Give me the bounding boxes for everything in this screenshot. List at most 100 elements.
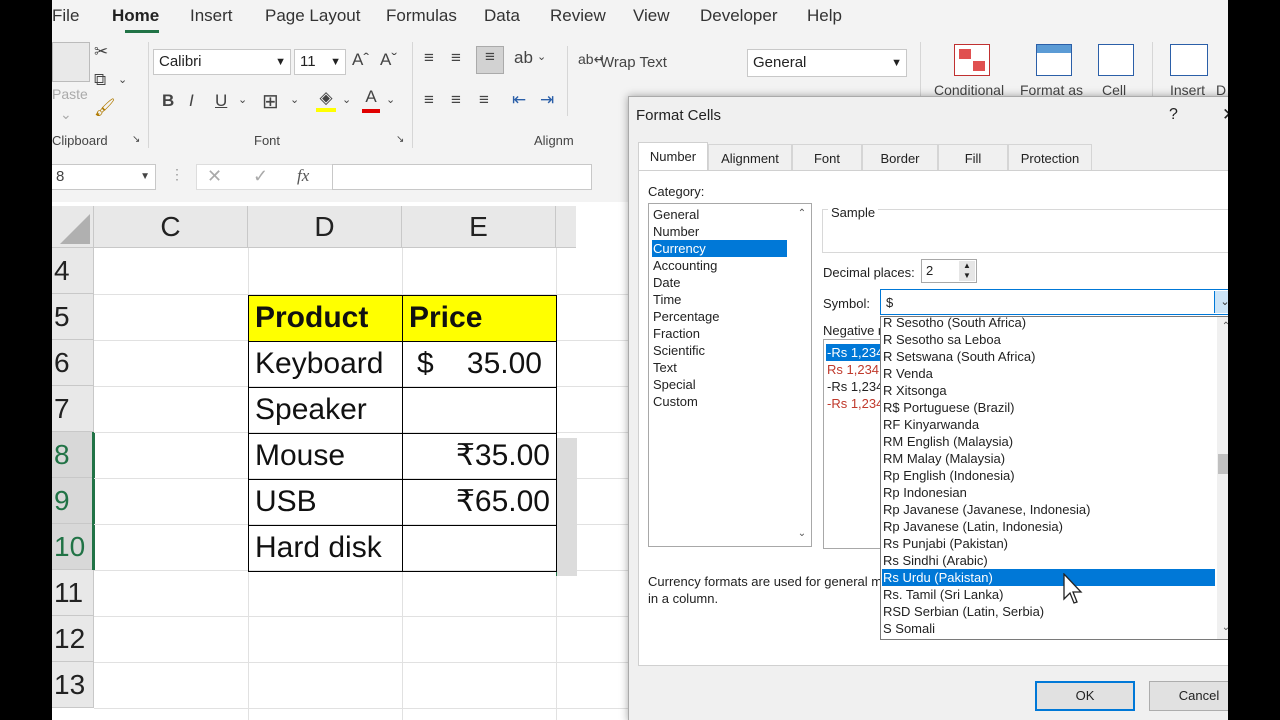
- format-painter-icon[interactable]: 🖌: [94, 98, 116, 118]
- symbol-option[interactable]: RM Malay (Malaysia): [882, 450, 1005, 467]
- orientation-icon[interactable]: ab: [514, 48, 533, 68]
- menu-item-home[interactable]: Home: [112, 6, 159, 26]
- column-header-f[interactable]: [556, 206, 576, 248]
- scroll-up-icon[interactable]: ⌃: [794, 206, 810, 222]
- price-cell-hard-disk[interactable]: [402, 525, 557, 572]
- copy-icon[interactable]: ⧉: [94, 70, 106, 90]
- decimal-places-input[interactable]: 2 ▲ ▼: [921, 259, 977, 283]
- copy-dropdown-icon[interactable]: ⌄: [118, 73, 127, 86]
- scroll-down-icon[interactable]: ⌄: [1218, 620, 1228, 636]
- symbol-option[interactable]: R Setswana (South Africa): [882, 348, 1035, 365]
- align-right-icon[interactable]: ≡: [479, 90, 489, 110]
- underline-button[interactable]: U: [215, 91, 227, 111]
- cancel-button[interactable]: Cancel: [1149, 681, 1228, 711]
- symbol-option[interactable]: Rs Punjabi (Pakistan): [882, 535, 1008, 552]
- category-item-scientific[interactable]: Scientific: [652, 342, 705, 359]
- menu-item-review[interactable]: Review: [550, 6, 606, 26]
- formula-input[interactable]: [332, 164, 592, 190]
- number-format-box[interactable]: General ▼: [747, 49, 907, 77]
- paste-dropdown-icon[interactable]: ⌄: [60, 106, 72, 123]
- clipboard-launcher-icon[interactable]: ↘: [132, 134, 140, 145]
- category-item-time[interactable]: Time: [652, 291, 681, 308]
- row-header-5[interactable]: 5: [52, 294, 94, 340]
- format-as-table-icon[interactable]: [1036, 44, 1072, 76]
- price-cell-speaker[interactable]: [402, 387, 557, 434]
- row-header-7[interactable]: 7: [52, 386, 94, 432]
- help-button[interactable]: ?: [1169, 106, 1178, 124]
- category-item-currency[interactable]: Currency: [652, 240, 787, 257]
- symbol-select[interactable]: $ ⌄: [880, 289, 1228, 315]
- row-header-4[interactable]: 4: [52, 248, 94, 294]
- increase-indent-icon[interactable]: ⇥: [540, 90, 554, 110]
- wrap-text-label[interactable]: Wrap Text: [600, 54, 667, 71]
- cut-icon[interactable]: ✂: [94, 42, 108, 62]
- price-cell-mouse[interactable]: ₹35.00: [402, 433, 557, 480]
- header-product-cell[interactable]: Product: [248, 295, 403, 342]
- symbol-option[interactable]: Rs Urdu (Pakistan): [882, 569, 1215, 586]
- symbol-option[interactable]: RM English (Malaysia): [882, 433, 1013, 450]
- product-cell-keyboard[interactable]: Keyboard: [248, 341, 403, 388]
- product-cell-hard-disk[interactable]: Hard disk: [248, 525, 403, 572]
- select-all-corner[interactable]: [52, 206, 94, 248]
- negative-numbers-list[interactable]: -Rs 1,234 Rs 1,234. -Rs 1,234 -Rs 1,234: [823, 339, 883, 549]
- product-cell-usb[interactable]: USB: [248, 479, 403, 526]
- menu-item-view[interactable]: View: [633, 6, 670, 26]
- menu-item-formulas[interactable]: Formulas: [386, 6, 457, 26]
- font-size-dropdown-icon[interactable]: ▼: [330, 50, 341, 74]
- align-bottom-icon[interactable]: ≡: [476, 46, 504, 74]
- negative-format-item[interactable]: -Rs 1,234: [826, 344, 883, 361]
- symbol-option[interactable]: R Sesotho sa Leboa: [882, 331, 1001, 348]
- more-options-icon[interactable]: ⋮: [170, 166, 184, 183]
- paste-icon[interactable]: [52, 42, 90, 82]
- spin-down-icon[interactable]: ▼: [959, 271, 975, 281]
- enter-entry-icon[interactable]: ✓: [253, 166, 268, 187]
- align-center-icon[interactable]: ≡: [451, 90, 461, 110]
- category-item-date[interactable]: Date: [652, 274, 680, 291]
- column-header-d[interactable]: D: [248, 206, 402, 248]
- align-left-icon[interactable]: ≡: [424, 90, 434, 110]
- row-header-12[interactable]: 12: [52, 616, 94, 662]
- symbol-option[interactable]: Rp Indonesian: [882, 484, 967, 501]
- font-launcher-icon[interactable]: ↘: [396, 134, 404, 145]
- tab-border[interactable]: Border: [862, 144, 938, 171]
- font-size-box[interactable]: 11 ▼: [294, 49, 346, 75]
- price-cell-usb[interactable]: ₹65.00: [402, 479, 557, 526]
- symbol-option[interactable]: Rp Javanese (Javanese, Indonesia): [882, 501, 1090, 518]
- header-price-cell[interactable]: Price: [402, 295, 557, 342]
- number-format-dropdown-icon[interactable]: ▼: [891, 50, 902, 76]
- font-color-dropdown-icon[interactable]: ⌄: [386, 93, 395, 106]
- symbol-option[interactable]: R Sesotho (South Africa): [882, 314, 1026, 331]
- symbol-option[interactable]: Rs Sindhi (Arabic): [882, 552, 988, 569]
- negative-format-item[interactable]: Rs 1,234.: [826, 361, 883, 378]
- symbol-dropdown-icon[interactable]: ⌄: [1214, 291, 1228, 313]
- insert-cells-icon[interactable]: [1170, 44, 1208, 76]
- menu-item-insert[interactable]: Insert: [190, 6, 233, 26]
- orientation-dropdown-icon[interactable]: ⌄: [537, 50, 546, 63]
- negative-format-item[interactable]: -Rs 1,234: [826, 395, 883, 412]
- borders-dropdown-icon[interactable]: ⌄: [290, 93, 299, 106]
- row-header-13[interactable]: 13: [52, 662, 94, 708]
- increase-font-icon[interactable]: Aˆ: [352, 50, 369, 70]
- scroll-down-icon[interactable]: ⌄: [794, 526, 810, 542]
- symbol-option[interactable]: R$ Portuguese (Brazil): [882, 399, 1015, 416]
- product-cell-mouse[interactable]: Mouse: [248, 433, 403, 480]
- category-item-custom[interactable]: Custom: [652, 393, 698, 410]
- symbol-option[interactable]: S Somali: [882, 620, 935, 637]
- column-header-e[interactable]: E: [402, 206, 556, 248]
- borders-icon[interactable]: ⊞: [262, 89, 279, 114]
- conditional-formatting-icon[interactable]: [954, 44, 990, 76]
- align-middle-icon[interactable]: ≡: [451, 48, 461, 68]
- symbol-option[interactable]: RSD Serbian (Latin, Serbia): [882, 603, 1044, 620]
- scrollbar-thumb[interactable]: [1218, 454, 1228, 474]
- name-box[interactable]: 8 ▼: [52, 164, 156, 190]
- symbol-option[interactable]: Rp English (Indonesia): [882, 467, 1015, 484]
- fill-color-dropdown-icon[interactable]: ⌄: [342, 93, 351, 106]
- ok-button[interactable]: OK: [1035, 681, 1135, 711]
- symbol-option[interactable]: RF Kinyarwanda: [882, 416, 979, 433]
- cancel-entry-icon[interactable]: ✕: [207, 166, 222, 187]
- cell-styles-icon[interactable]: [1098, 44, 1134, 76]
- price-cell-keyboard[interactable]: $ 35.00: [402, 341, 557, 388]
- category-list[interactable]: General Number Currency Accounting Date …: [648, 203, 812, 547]
- scrollbar-track[interactable]: [1217, 317, 1228, 639]
- menu-item-help[interactable]: Help: [807, 6, 842, 26]
